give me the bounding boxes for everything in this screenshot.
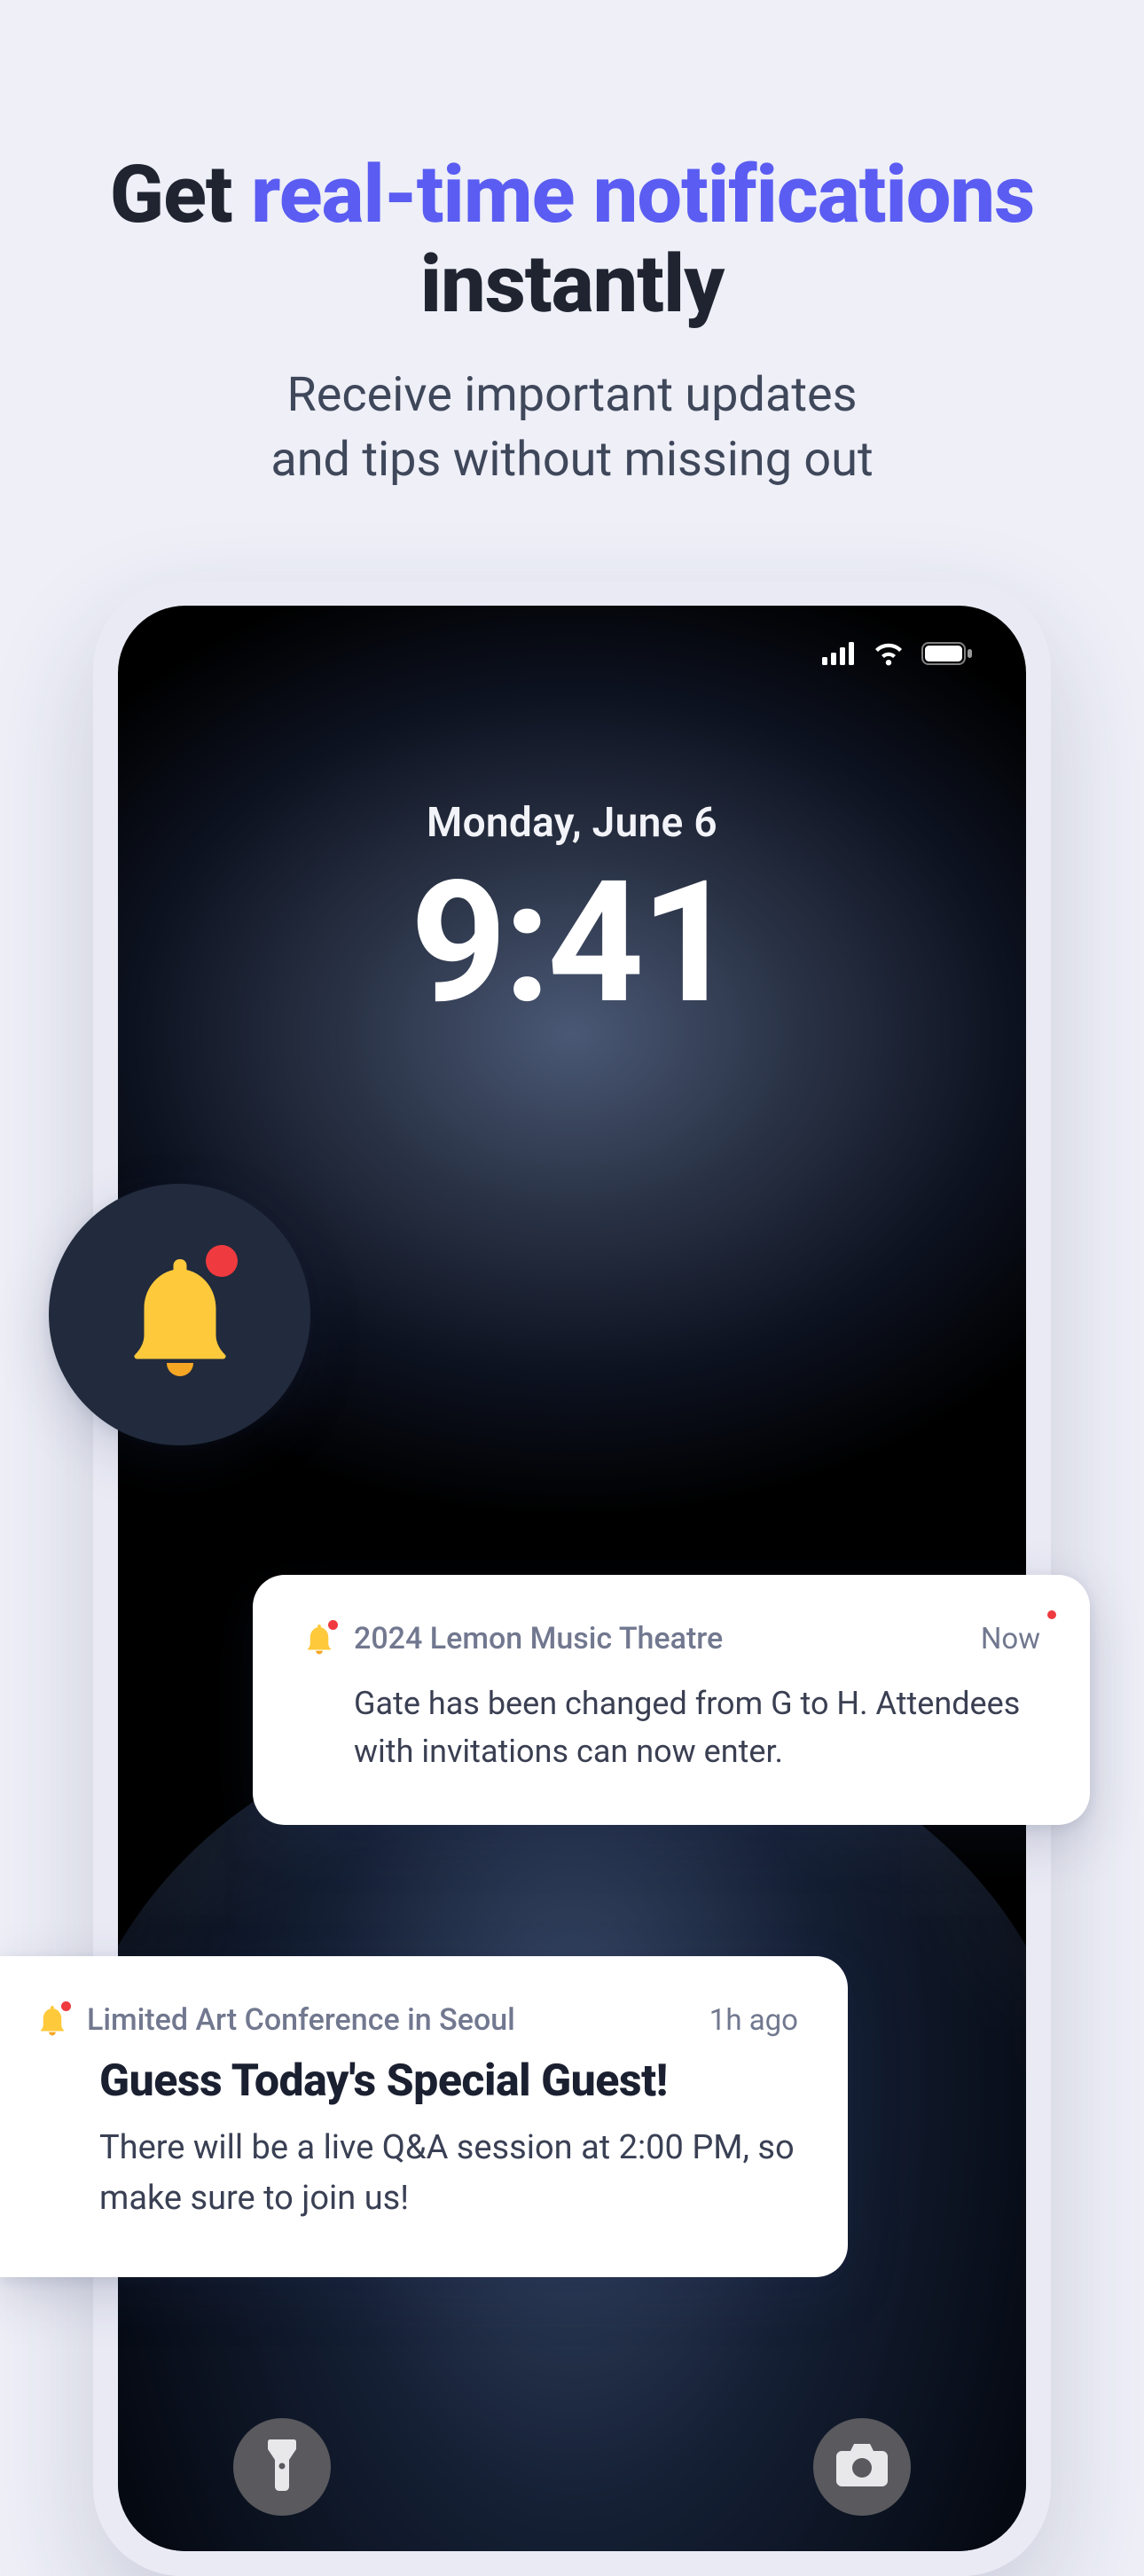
notification-card-2[interactable]: Limited Art Conference in Seoul 1h ago G… [0,1956,848,2277]
notification-bell-badge [49,1184,310,1445]
headline: Get real-time notifications instantly [0,151,1144,330]
battery-icon [921,642,973,665]
notification-time: 1h ago [709,2003,798,2038]
subtitle-line1: Receive important updates [286,367,857,423]
notification-time: Now [981,1622,1040,1656]
cellular-icon [822,642,856,665]
camera-icon [836,2444,888,2490]
lockscreen-date: Monday, June 6 [118,799,1026,847]
lockscreen-time: 9:41 [118,845,1026,1042]
headline-post: instantly [420,238,724,331]
camera-button[interactable] [813,2418,911,2516]
flashlight-button[interactable] [233,2418,331,2516]
headline-accent: real-time notifications [251,148,1034,241]
unread-dot [1047,1610,1056,1619]
notification-body: There will be a live Q&A session at 2:00… [99,2123,798,2224]
bell-icon [302,1622,336,1656]
bell-icon [114,1249,247,1382]
notification-source: 2024 Lemon Music Theatre [354,1621,963,1656]
flashlight-icon [262,2439,302,2494]
subtitle-line2: and tips without missing out [270,432,873,488]
status-bar [822,641,973,666]
bell-icon [35,2003,69,2037]
notification-card-1[interactable]: 2024 Lemon Music Theatre Now Gate has be… [253,1575,1090,1825]
wifi-icon [872,641,905,666]
headline-pre: Get [110,148,251,241]
notification-body: Gate has been changed from G to H. Atten… [302,1679,1040,1775]
bell-notification-dot [206,1245,238,1277]
notification-source: Limited Art Conference in Seoul [87,2002,692,2038]
notification-title: Guess Today's Special Guest! [99,2055,798,2107]
subtitle: Receive important updates and tips witho… [0,364,1144,493]
